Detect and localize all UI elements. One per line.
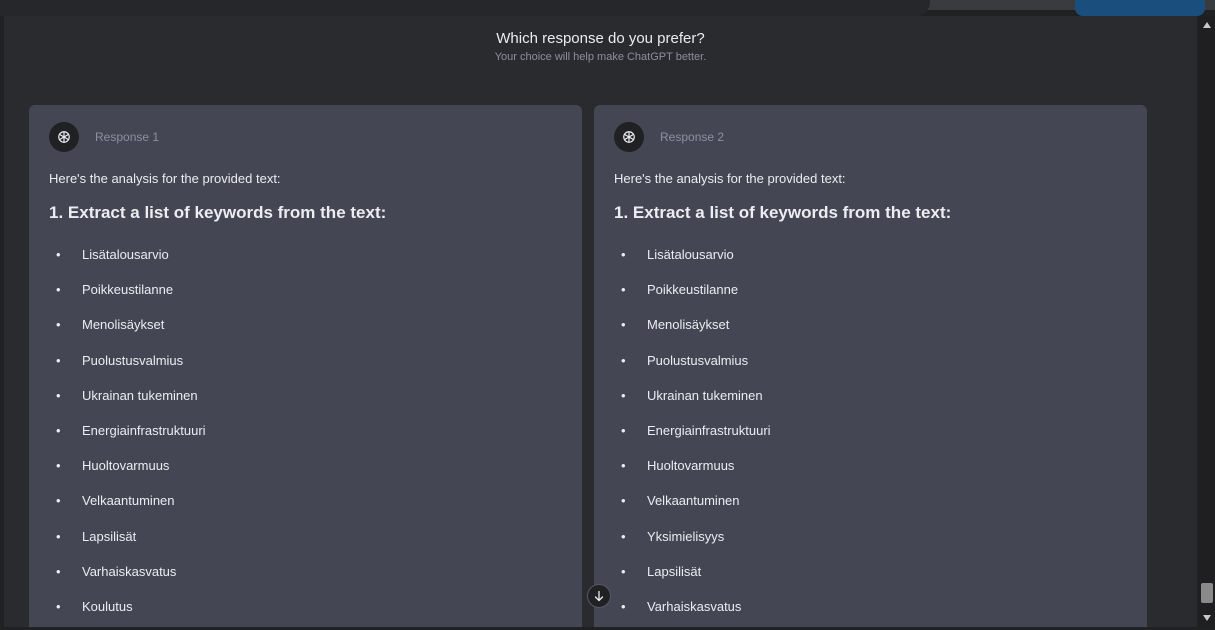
comparison-panel: Which response do you prefer? Your choic… bbox=[4, 16, 1197, 627]
scroll-down-arrow-icon[interactable] bbox=[1199, 611, 1215, 625]
list-item: • Huoltovarmuus bbox=[56, 458, 170, 474]
list-item: • Huoltovarmuus bbox=[621, 458, 735, 474]
list-item: • Lisätalousarvio bbox=[56, 247, 169, 262]
keyword-text: Lapsilisät bbox=[82, 528, 137, 544]
top-input-edge bbox=[0, 0, 930, 16]
keyword-text: Poikkeustilanne bbox=[82, 282, 174, 298]
keyword-text: Huoltovarmuus bbox=[647, 458, 735, 474]
keyword-text: Energiainfrastruktuuri bbox=[647, 422, 771, 438]
openai-logo-icon bbox=[614, 122, 644, 152]
list-item: • Lapsilisät bbox=[56, 528, 137, 544]
scrollbar-thumb[interactable] bbox=[1201, 583, 1213, 603]
arrow-down-icon bbox=[594, 590, 604, 602]
keyword-text: Lapsilisät bbox=[647, 563, 702, 579]
response-header: Response 1 bbox=[49, 121, 159, 153]
list-item: • Menolisäykset bbox=[621, 317, 730, 333]
scroll-up-arrow-icon[interactable] bbox=[1199, 18, 1215, 32]
list-item: • Ukrainan tukeminen bbox=[621, 387, 763, 403]
keyword-text: Yksimielisyys bbox=[647, 528, 725, 544]
preference-subtitle: Your choice will help make ChatGPT bette… bbox=[494, 51, 707, 63]
top-accent-button[interactable] bbox=[1075, 0, 1205, 16]
response-header: Response 2 bbox=[614, 121, 724, 153]
preference-header: Which response do you prefer? Your choic… bbox=[4, 30, 1197, 63]
preference-title: Which response do you prefer? bbox=[496, 30, 705, 47]
list-item: • Koulutus bbox=[56, 598, 133, 614]
keyword-text: Ukrainan tukeminen bbox=[82, 387, 198, 403]
keyword-text: Puolustusvalmius bbox=[82, 352, 184, 368]
response-intro: Here's the analysis for the provided tex… bbox=[614, 171, 846, 186]
keyword-text: Poikkeustilanne bbox=[647, 282, 739, 298]
list-item: • Poikkeustilanne bbox=[56, 282, 174, 298]
list-item: • Yksimielisyys bbox=[621, 528, 725, 544]
keyword-text: Velkaantuminen bbox=[647, 493, 740, 509]
response-heading: 1. Extract a list of keywords from the t… bbox=[614, 203, 952, 222]
list-item: • Varhaiskasvatus bbox=[56, 563, 177, 579]
keyword-text: Lisätalousarvio bbox=[82, 247, 169, 262]
keyword-text: Lisätalousarvio bbox=[647, 247, 734, 262]
response-card-1[interactable]: Response 1 Here's the analysis for the p… bbox=[29, 105, 582, 627]
keyword-text: Huoltovarmuus bbox=[82, 458, 170, 474]
keyword-list: • Lisätalousarvio • Poikkeustilanne • Menol… bbox=[49, 247, 206, 627]
list-item: • Varhaiskasvatus bbox=[621, 598, 742, 614]
response-heading: 1. Extract a list of keywords from the t… bbox=[49, 203, 387, 222]
vertical-scrollbar[interactable] bbox=[1199, 16, 1215, 627]
list-item: • Puolustusvalmius bbox=[56, 352, 184, 368]
list-item: • Poikkeustilanne bbox=[621, 282, 739, 298]
response-card-2[interactable]: Response 2 Here's the analysis for the p… bbox=[594, 105, 1147, 627]
keyword-text: Koulutus bbox=[82, 598, 133, 614]
keyword-text: Menolisäykset bbox=[82, 317, 165, 333]
list-item: • Puolustusvalmius bbox=[621, 352, 749, 368]
keyword-list: • Lisätalousarvio • Poikkeustilanne • Menol… bbox=[614, 247, 771, 627]
keyword-text: Puolustusvalmius bbox=[647, 352, 749, 368]
list-item: • Velkaantuminen bbox=[56, 493, 175, 509]
response-label: Response 1 bbox=[95, 130, 160, 144]
list-item: • Ukrainan tukeminen bbox=[56, 387, 198, 403]
response-intro: Here's the analysis for the provided tex… bbox=[49, 171, 281, 186]
openai-logo-icon bbox=[49, 122, 79, 152]
keyword-text: Varhaiskasvatus bbox=[647, 598, 742, 614]
keyword-text: Energiainfrastruktuuri bbox=[82, 422, 206, 438]
list-item: • Velkaantuminen bbox=[621, 493, 740, 509]
response-label: Response 2 bbox=[660, 130, 725, 144]
keyword-text: Velkaantuminen bbox=[82, 493, 175, 509]
list-item: • Lisätalousarvio bbox=[621, 247, 734, 262]
keyword-text: Varhaiskasvatus bbox=[82, 563, 177, 579]
list-item: • Energiainfrastruktuuri bbox=[621, 422, 771, 438]
keyword-text: Menolisäykset bbox=[647, 317, 730, 333]
keyword-text: Ukrainan tukeminen bbox=[647, 387, 763, 403]
scroll-to-bottom-button[interactable] bbox=[587, 584, 611, 608]
list-item: • Lapsilisät bbox=[621, 563, 702, 579]
list-item: • Energiainfrastruktuuri bbox=[56, 422, 206, 438]
list-item: • Menolisäykset bbox=[56, 317, 165, 333]
